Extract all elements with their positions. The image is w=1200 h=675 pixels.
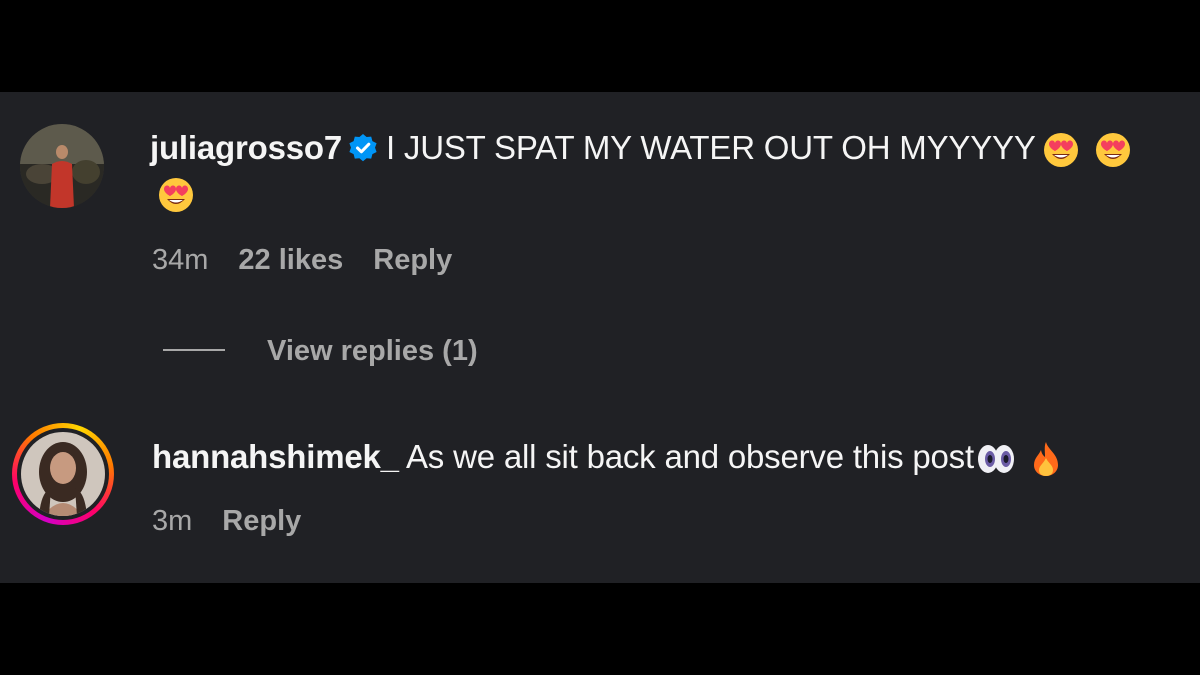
- heart-eyes-emoji-icon: [1042, 131, 1080, 169]
- timestamp: 3m: [152, 505, 193, 537]
- reply-button[interactable]: Reply: [373, 244, 452, 276]
- timestamp: 34m: [152, 244, 209, 276]
- heart-eyes-emoji-icon: [1094, 131, 1132, 169]
- username[interactable]: hannahshimek_: [152, 438, 399, 475]
- avatar[interactable]: [21, 432, 105, 516]
- comment-meta: 3m Reply: [152, 504, 331, 538]
- username[interactable]: juliagrosso7: [150, 129, 342, 166]
- view-replies-button[interactable]: View replies (1): [163, 334, 478, 368]
- avatar[interactable]: [20, 124, 104, 208]
- reply-button[interactable]: Reply: [222, 505, 301, 537]
- divider-line: [163, 349, 225, 352]
- comment-line: juliagrosso7 I JUST SPAT MY WATER OUT OH …: [150, 128, 1132, 169]
- comment-line: hannahshimek_ As we all sit back and obs…: [152, 437, 1062, 478]
- eyes-emoji-icon: [976, 440, 1016, 478]
- view-replies-label: View replies (1): [267, 335, 478, 367]
- comment-text: As we all sit back and observe this post: [405, 438, 974, 475]
- likes-count[interactable]: 22 likes: [238, 244, 343, 276]
- comment-meta: 34m 22 likes Reply: [152, 243, 482, 277]
- comment-text: I JUST SPAT MY WATER OUT OH MYYYYY: [386, 129, 1036, 166]
- verified-badge-icon: [348, 133, 378, 163]
- fire-emoji-icon: [1030, 440, 1062, 478]
- heart-eyes-emoji-icon: [157, 176, 195, 214]
